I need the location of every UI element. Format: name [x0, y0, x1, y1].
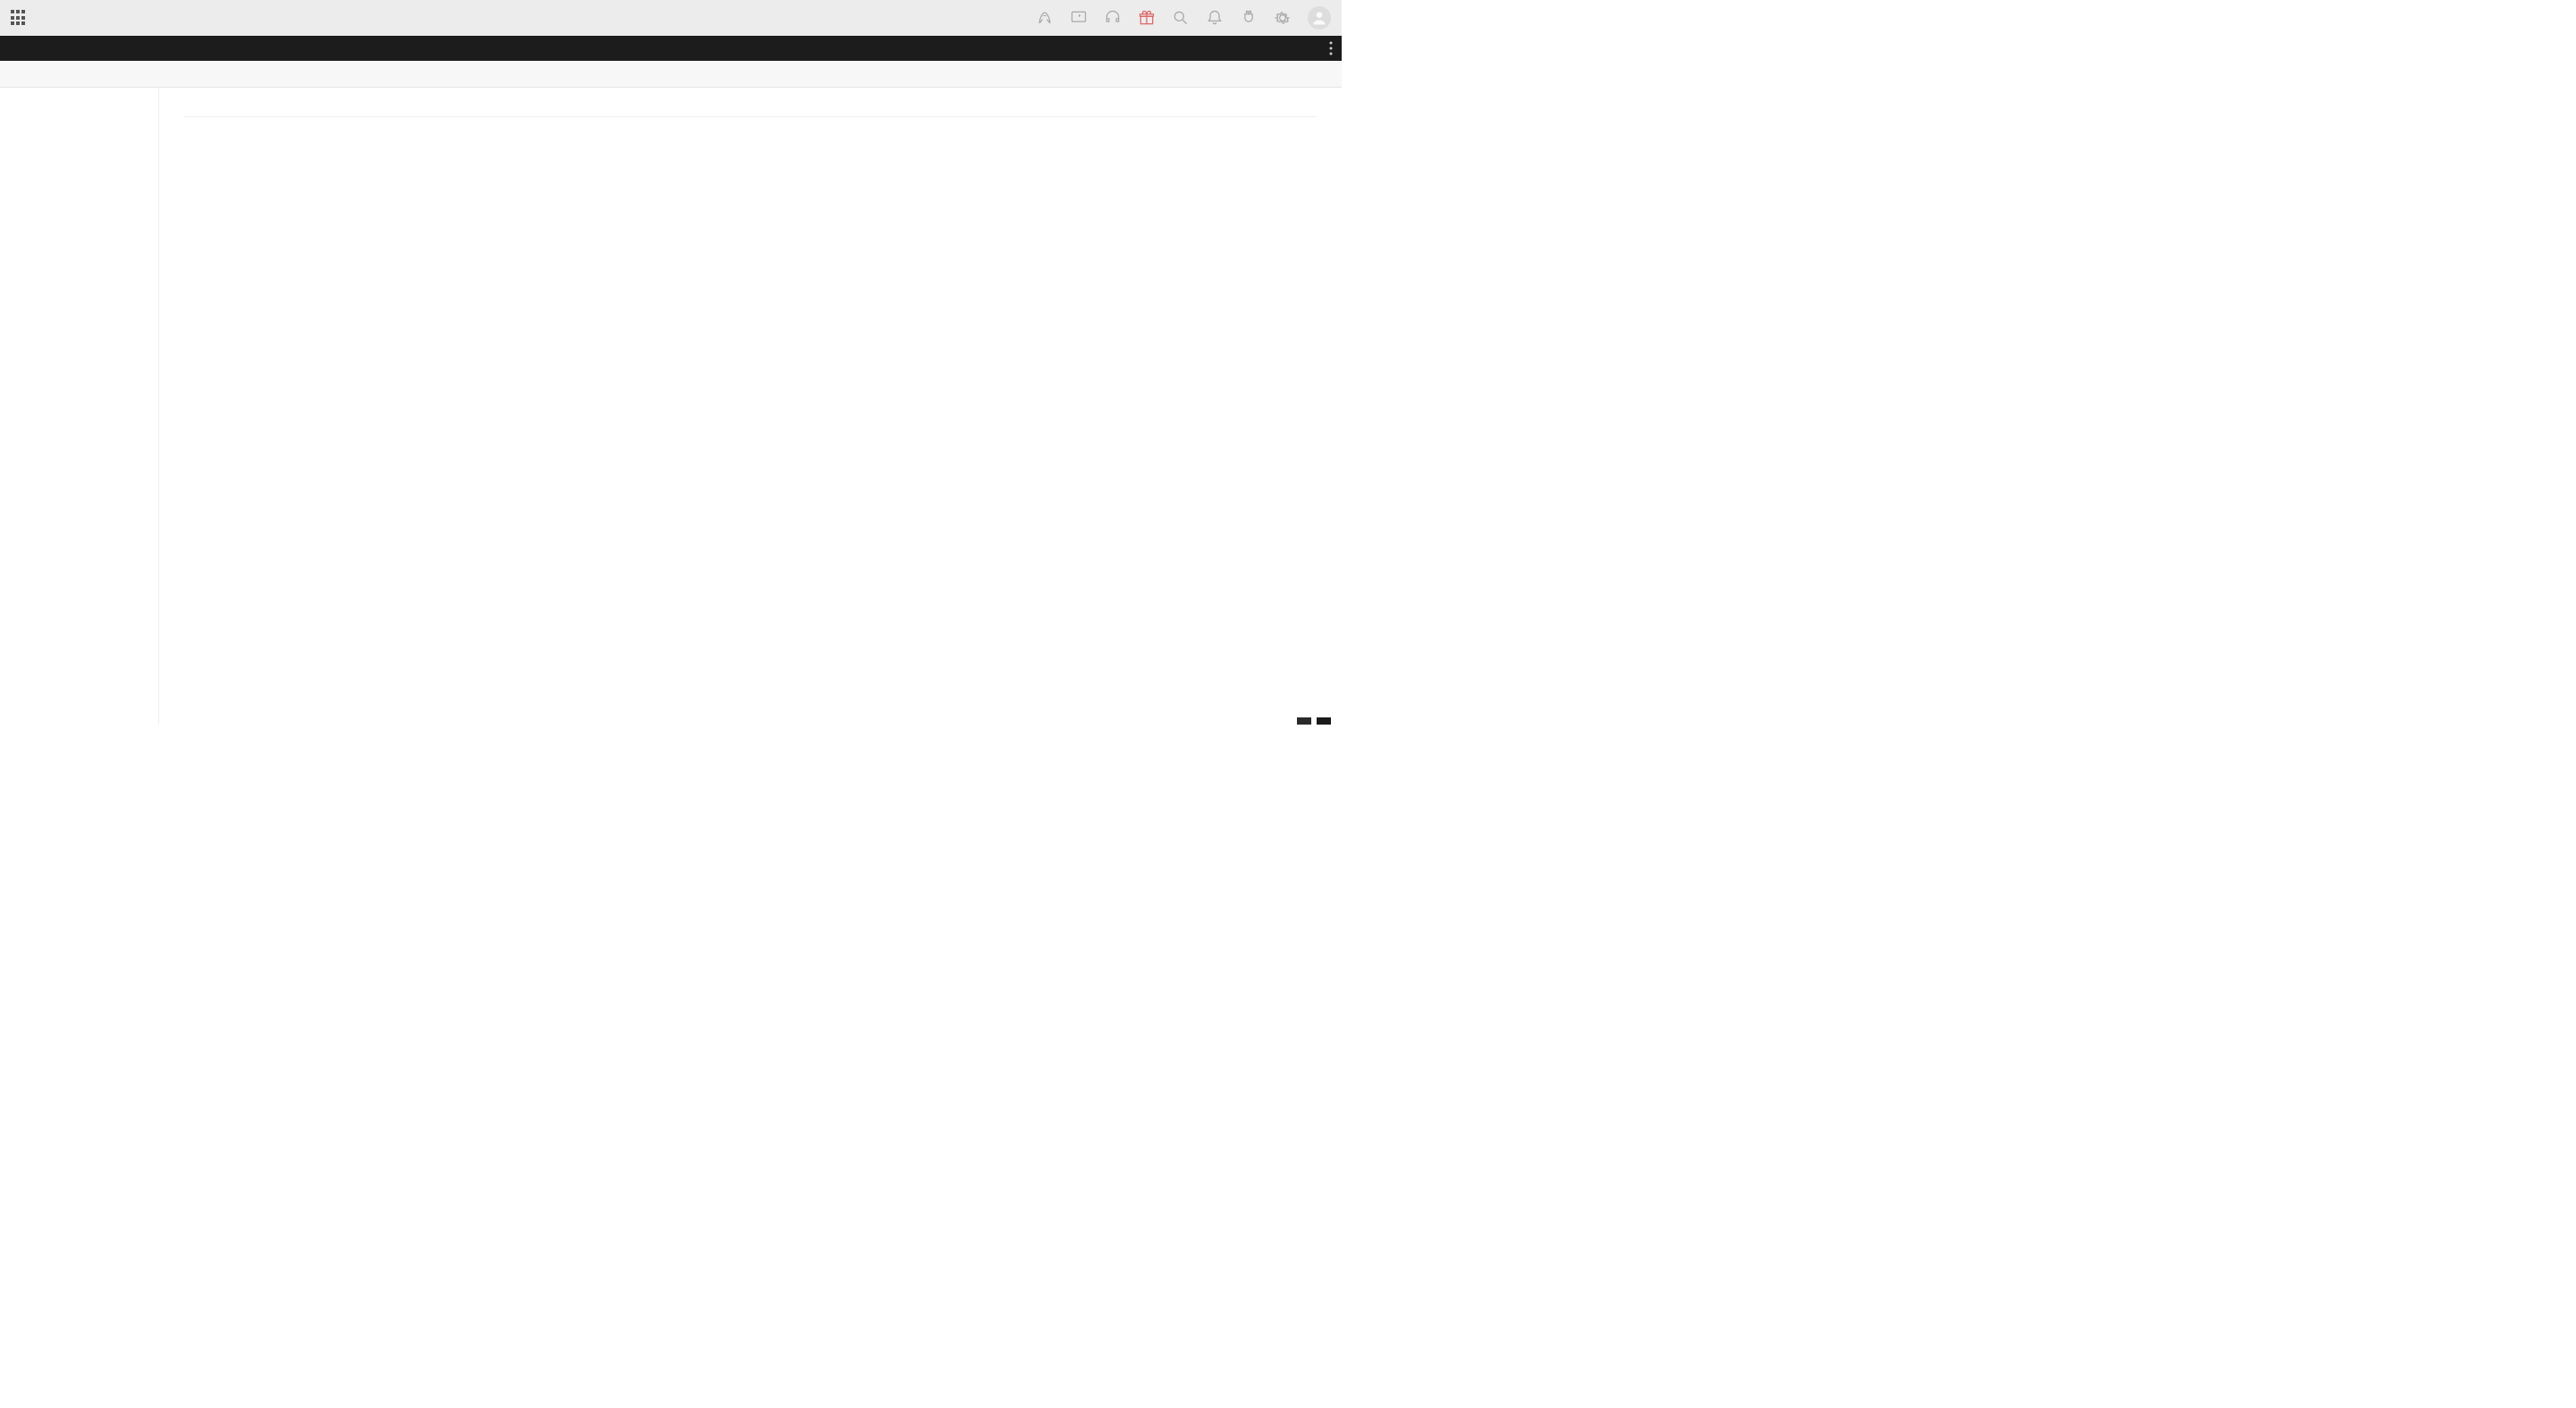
plug-icon[interactable]	[1240, 9, 1258, 27]
bell-icon[interactable]	[1206, 9, 1224, 27]
topbar	[0, 0, 1342, 36]
body	[0, 88, 1342, 725]
topbar-left	[11, 10, 36, 26]
avatar[interactable]	[1308, 6, 1331, 30]
apps-grid-icon[interactable]	[11, 10, 27, 26]
footer-widgets	[1297, 717, 1331, 725]
search-icon[interactable]	[1172, 9, 1190, 27]
gear-icon[interactable]	[1274, 9, 1292, 27]
rocket-icon[interactable]	[1036, 9, 1054, 27]
completed-widget[interactable]	[1297, 717, 1311, 725]
main-content	[159, 88, 1342, 725]
more-menu-icon[interactable]	[1329, 36, 1333, 61]
presentation-icon[interactable]	[1070, 9, 1088, 27]
alarms-widget[interactable]	[1317, 717, 1331, 725]
sub-nav	[0, 61, 1342, 88]
sidebar	[0, 88, 159, 725]
sidebar-title	[0, 100, 158, 116]
divider	[184, 116, 1317, 117]
main-nav	[0, 36, 1342, 61]
headset-icon[interactable]	[1104, 9, 1122, 27]
topbar-right	[1036, 6, 1331, 30]
gift-icon[interactable]	[1138, 9, 1156, 27]
